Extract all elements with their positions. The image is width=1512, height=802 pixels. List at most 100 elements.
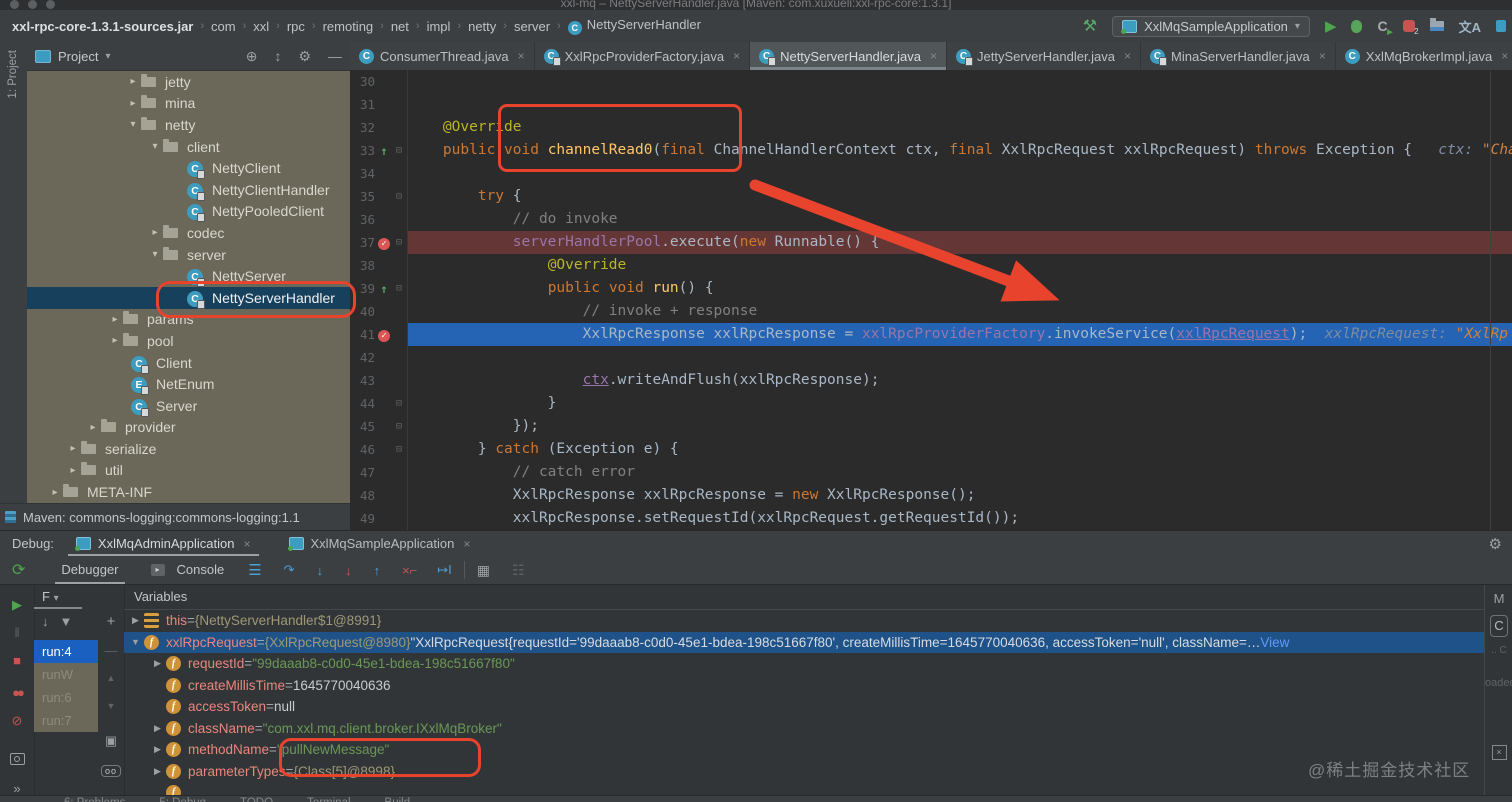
code-line[interactable] [408, 162, 1512, 185]
thread-dump-camera-icon[interactable] [0, 753, 34, 765]
code-line[interactable]: ctx.writeAndFlush(xxlRpcResponse); [408, 369, 1512, 392]
code-line[interactable]: XxlRpcResponse xxlRpcResponse = xxlRpcPr… [408, 323, 1512, 346]
statusbar-item[interactable]: Build [385, 797, 411, 802]
tree-item-codec[interactable]: ▸ codec [27, 222, 350, 244]
maven-library-item[interactable]: Maven: commons-logging:commons-logging:1… [0, 503, 350, 530]
gutter[interactable]: 37 ✓ ⊟ [350, 231, 408, 254]
chevron-down-icon[interactable]: ▾ [105, 51, 110, 62]
tree-item-util[interactable]: ▸ util [27, 460, 350, 482]
tree-item-server[interactable]: ▾ server [27, 244, 350, 266]
breadcrumb-item[interactable]: C NettyServerHandler [566, 17, 703, 35]
code-line[interactable]: } [408, 392, 1512, 415]
editor-tab[interactable]: C XxlMqBrokerImpl.java × [1335, 42, 1512, 70]
mute-breakpoints-icon[interactable]: ⊘ [0, 713, 34, 729]
chevron-right-icon[interactable]: ▸ [47, 487, 63, 498]
fold-icon[interactable]: ⊟ [393, 139, 405, 162]
tree-item-nettyclient[interactable]: C NettyClient [27, 157, 350, 180]
code-line[interactable]: // invoke + response [408, 300, 1512, 323]
gutter[interactable]: 35 ⊟ [350, 185, 408, 208]
gutter[interactable]: 33 ↑ ⊟ [350, 139, 408, 162]
chevron-down-icon[interactable]: ▾ [147, 249, 163, 260]
fold-icon[interactable]: ⊟ [393, 392, 405, 415]
fold-icon[interactable]: ⊟ [393, 438, 405, 461]
fold-icon[interactable]: ⊟ [393, 185, 405, 208]
code-line[interactable]: serverHandlerPool.execute(new Runnable()… [408, 231, 1512, 254]
tree-item-meta-inf[interactable]: ▸ META-INF [27, 481, 350, 503]
gutter[interactable]: 32 [350, 116, 408, 139]
debug-settings-gear-icon[interactable]: ⚙ [1489, 535, 1512, 553]
tab-close-icon[interactable]: × [733, 49, 740, 63]
fold-icon[interactable]: ⊟ [393, 231, 405, 254]
chevron-right-icon[interactable]: ▶ [150, 723, 165, 734]
breadcrumb-item[interactable]: remoting [321, 19, 376, 34]
code-line[interactable]: // do invoke [408, 208, 1512, 231]
memory-close-icon[interactable]: × [1485, 743, 1512, 760]
tree-item-jetty[interactable]: ▸ jetty [27, 71, 350, 93]
view-breakpoints-icon[interactable]: ●● [0, 685, 34, 700]
sort-icon[interactable]: ↓ [42, 614, 49, 629]
stripe-project-button[interactable]: 1: Project [7, 50, 19, 99]
chevron-down-icon[interactable]: ▾ [125, 119, 141, 130]
chevron-down-icon[interactable]: ▼ [128, 637, 143, 647]
editor-tab[interactable]: C JettyServerHandler.java × [947, 42, 1142, 70]
code-line[interactable]: // catch error [408, 461, 1512, 484]
gutter[interactable]: 49 [350, 507, 408, 530]
tree-item-client[interactable]: C Client [27, 352, 350, 374]
tree-item-nettyserver[interactable]: C NettyServer [27, 265, 350, 288]
override-gutter-icon[interactable]: ↑ [375, 282, 393, 296]
tab-close-icon[interactable]: × [1319, 49, 1326, 63]
filter-funnel-icon[interactable]: ▼ [60, 614, 73, 629]
statusbar-item[interactable]: 5: Debug [159, 797, 206, 802]
variable-row-this[interactable]: ▶ this = {NettyServerHandler$1@8991} [124, 610, 1484, 632]
drop-frame-icon[interactable]: ×⌐ [402, 563, 417, 578]
code-line[interactable] [408, 70, 1512, 93]
code-line[interactable]: }); [408, 415, 1512, 438]
evaluate-expression-icon[interactable]: ▦ [477, 562, 490, 579]
code-line[interactable] [408, 346, 1512, 369]
code-line[interactable] [408, 93, 1512, 116]
pause-button[interactable]: ‖ [0, 625, 34, 640]
coverage-button[interactable]: C [1377, 18, 1392, 36]
toolbar-overflow-icon[interactable] [1496, 20, 1506, 32]
tree-item-server[interactable]: C Server [27, 395, 350, 417]
editor-tab[interactable]: C MinaServerHandler.java × [1141, 42, 1336, 70]
restore-layout-icon[interactable]: ☷ [512, 562, 525, 579]
chevron-right-icon[interactable]: ▸ [107, 314, 123, 325]
run-folder-icon[interactable] [1429, 18, 1444, 31]
tree-item-mina[interactable]: ▸ mina [27, 93, 350, 115]
tree-item-nettyserverhandler[interactable]: C NettyServerHandler [27, 286, 350, 309]
chevron-right-icon[interactable]: ▸ [125, 76, 141, 87]
gutter[interactable]: 44 ⊟ [350, 392, 408, 415]
chevron-right-icon[interactable]: ▶ [150, 766, 165, 777]
step-over-icon[interactable]: ↷ [284, 562, 295, 578]
show-watches-icon[interactable]: oo [98, 765, 124, 777]
frame-item[interactable]: run:6 [34, 686, 98, 709]
override-gutter-icon[interactable]: ↑ [375, 144, 393, 158]
statusbar-item[interactable]: TODO [240, 797, 273, 802]
gutter[interactable]: 45 ⊟ [350, 415, 408, 438]
breadcrumb-item[interactable]: rpc [285, 19, 307, 34]
code-line[interactable]: @Override [408, 254, 1512, 277]
gutter[interactable]: 46 ⊟ [350, 438, 408, 461]
frame-item[interactable]: run:7 [34, 709, 98, 732]
chevron-right-icon[interactable]: ▸ [147, 227, 163, 238]
tree-item-provider[interactable]: ▸ provider [27, 417, 350, 439]
project-panel-title[interactable]: Project [58, 49, 98, 64]
variable-row-accesstoken[interactable]: f accessToken = null [124, 696, 1484, 718]
code-line[interactable]: public void channelRead0(final ChannelHa… [408, 139, 1512, 162]
locate-file-icon[interactable]: ⊕ [246, 48, 258, 65]
code-line[interactable]: } catch (Exception e) { [408, 438, 1512, 461]
breadcrumb-item[interactable]: impl [425, 19, 453, 34]
chevron-down-icon[interactable]: ▾ [147, 141, 163, 152]
gutter[interactable]: 36 [350, 208, 408, 231]
tree-item-netenum[interactable]: E NetEnum [27, 373, 350, 396]
variable-row-parametertypes[interactable]: ▶ f parameterTypes = {Class[5]@8998} [124, 761, 1484, 783]
breakpoint-icon[interactable]: ✓ [375, 327, 393, 342]
run-configuration-select[interactable]: XxlMqSampleApplication ▾ [1112, 15, 1310, 37]
tree-item-netty[interactable]: ▾ netty [27, 114, 350, 136]
breadcrumb-item[interactable]: com [209, 19, 238, 34]
step-into-icon[interactable]: ↓ [317, 563, 324, 578]
copy-icon[interactable]: ▣ [98, 733, 124, 749]
breadcrumb-item[interactable]: netty [466, 19, 498, 34]
run-button[interactable]: ▶ [1325, 17, 1337, 35]
